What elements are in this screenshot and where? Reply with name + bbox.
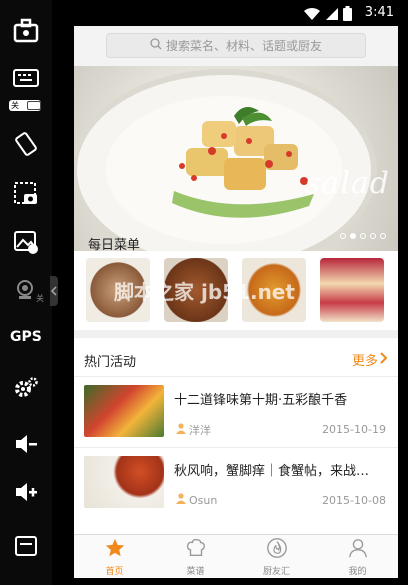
- volume-up-icon[interactable]: [10, 476, 42, 508]
- activity-author-name: 洋洋: [189, 424, 211, 437]
- camera-icon[interactable]: 关: [10, 274, 44, 306]
- salad-photo: [74, 69, 377, 251]
- battery-icon: [343, 6, 352, 25]
- activity-item[interactable]: 十二道锋味第十期·五彩酿千香 洋洋 2015-10-19: [74, 376, 398, 446]
- section-divider: [74, 330, 398, 338]
- tab-label: 我的: [348, 566, 367, 577]
- tab-label: 厨友汇: [262, 566, 290, 577]
- activity-date: 2015-10-19: [322, 423, 386, 436]
- search-icon: [150, 38, 162, 53]
- rotate-icon[interactable]: [10, 128, 42, 160]
- hot-activities-header: 热门活动 更多: [74, 344, 398, 374]
- tab-home[interactable]: 首页: [74, 535, 155, 578]
- tab-label: 首页: [105, 566, 124, 577]
- search-input[interactable]: 搜索菜名、材料、话题或厨友: [106, 33, 366, 58]
- activity-thumbnail: [84, 385, 164, 437]
- signal-icon: [325, 6, 339, 25]
- more-link[interactable]: 更多: [352, 350, 388, 369]
- gallery-icon[interactable]: [10, 226, 42, 258]
- screenshot-icon[interactable]: [10, 178, 42, 210]
- bottom-tab-bar: 首页 菜谱 厨友汇 我的: [74, 534, 398, 578]
- star-icon: [104, 537, 126, 562]
- carousel-dot[interactable]: [360, 233, 366, 239]
- banner-overlay-text: salad: [305, 166, 390, 201]
- daily-menu-item[interactable]: [320, 258, 384, 322]
- more-label: 更多: [351, 354, 378, 369]
- toggle-knob: [27, 101, 41, 110]
- settings-icon[interactable]: [10, 372, 42, 404]
- search-bar: 搜索菜名、材料、话题或厨友: [74, 26, 398, 66]
- carousel-indicator: [340, 233, 386, 239]
- activity-author: Osun: [176, 493, 217, 507]
- app-screen: 搜索菜名、材料、话题或厨友 salad 每日菜单 脚本之家 jb51.net 热…: [74, 26, 398, 578]
- camera-toggle-label: 关: [36, 294, 44, 303]
- status-bar: 3:41: [62, 0, 408, 26]
- tab-label: 菜谱: [186, 566, 205, 577]
- banner-carousel[interactable]: salad: [74, 66, 398, 251]
- activity-title: 十二道锋味第十期·五彩酿千香: [174, 393, 348, 408]
- user-icon: [176, 493, 186, 507]
- hot-activities-title: 热门活动: [84, 355, 137, 370]
- volume-down-icon[interactable]: [10, 428, 42, 460]
- clock: 3:41: [364, 5, 394, 20]
- keyboard-toggle-label: 关: [11, 101, 19, 110]
- flame-icon: [266, 537, 288, 562]
- tab-community[interactable]: 厨友汇: [236, 535, 317, 578]
- tab-profile[interactable]: 我的: [317, 535, 398, 578]
- activity-title: 秋风响，蟹脚痒｜食蟹帖，来战…: [174, 464, 370, 479]
- menu-icon[interactable]: [10, 530, 42, 562]
- carousel-dot[interactable]: [380, 233, 386, 239]
- chevron-right-icon: [380, 351, 388, 368]
- carousel-dot[interactable]: [340, 233, 346, 239]
- toolbox-icon[interactable]: [10, 14, 42, 46]
- watermark: 脚本之家 jb51.net: [114, 280, 295, 304]
- daily-menu-title: 每日菜单: [88, 238, 141, 253]
- keyboard-icon[interactable]: [10, 62, 42, 94]
- activity-date: 2015-10-08: [322, 494, 386, 507]
- wifi-icon: [303, 6, 321, 25]
- activity-item[interactable]: 秋风响，蟹脚痒｜食蟹帖，来战… Osun 2015-10-08: [74, 447, 398, 517]
- activity-author: 洋洋: [176, 422, 211, 438]
- chef-hat-icon: [185, 537, 207, 562]
- keyboard-toggle[interactable]: 关: [9, 100, 41, 111]
- carousel-dot-active[interactable]: [350, 233, 356, 239]
- user-icon: [347, 537, 369, 562]
- emulator-sidebar: 关 关 GPS: [0, 0, 52, 585]
- sidebar-collapse-handle[interactable]: [50, 276, 58, 306]
- activity-thumbnail: [84, 456, 164, 508]
- carousel-dot[interactable]: [370, 233, 376, 239]
- search-placeholder: 搜索菜名、材料、话题或厨友: [165, 39, 322, 53]
- tab-recipes[interactable]: 菜谱: [155, 535, 236, 578]
- user-icon: [176, 423, 186, 437]
- gps-button[interactable]: GPS: [10, 329, 42, 345]
- activity-author-name: Osun: [189, 493, 218, 507]
- daily-menu-row: 脚本之家 jb51.net: [86, 258, 398, 322]
